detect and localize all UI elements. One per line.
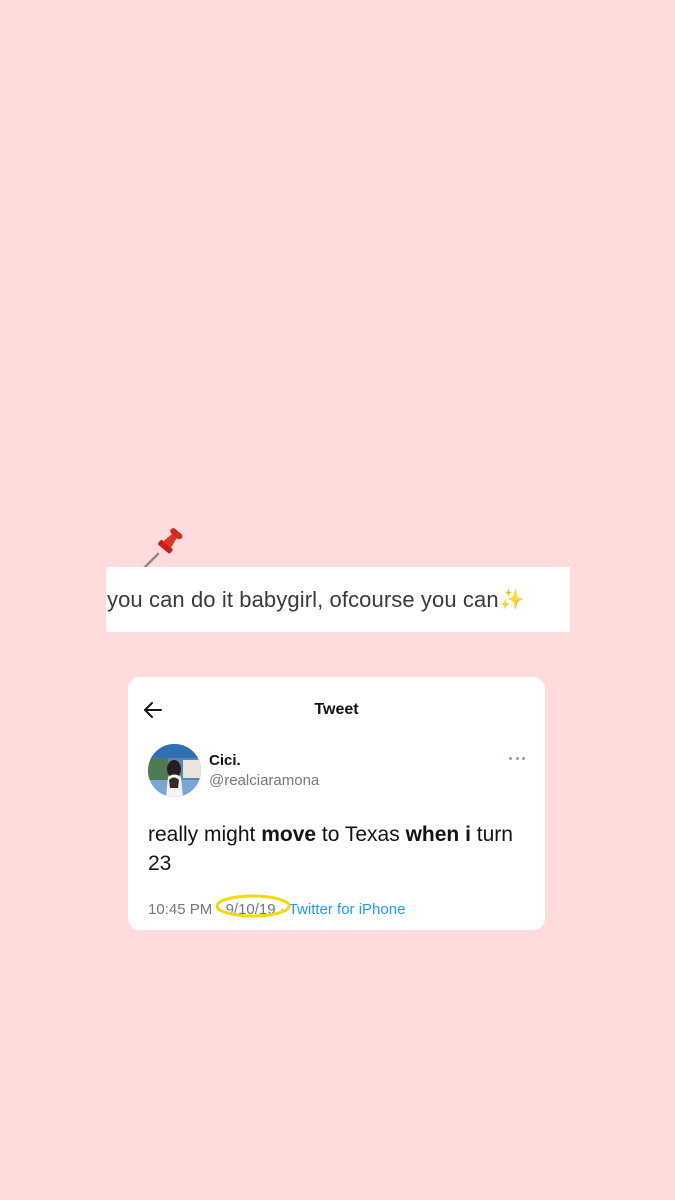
sparkle-icon: ✨ bbox=[499, 589, 525, 611]
page-title: Tweet bbox=[314, 701, 359, 718]
tweet-text-segment: to Texas bbox=[316, 823, 406, 846]
avatar[interactable] bbox=[148, 744, 201, 797]
tweet-time[interactable]: 10:45 PM bbox=[148, 901, 212, 918]
tweet-text-segment-bold: when i bbox=[405, 823, 471, 846]
tweet-metadata: 10:45 PM · 9/10/19 · Twitter for iPhone bbox=[148, 894, 406, 918]
more-options-icon[interactable] bbox=[509, 750, 525, 766]
tweet-text-segment: really might bbox=[148, 823, 262, 846]
tweet-date[interactable]: 9/10/19 bbox=[215, 894, 291, 918]
tweet-source-link[interactable]: Twitter for iPhone bbox=[289, 901, 406, 918]
author-display-name[interactable]: Cici. bbox=[209, 752, 241, 769]
author-handle[interactable]: @realciaramona bbox=[209, 772, 319, 789]
caption-banner: you can do it babygirl, ofcourse you can… bbox=[106, 567, 570, 632]
caption-text: you can do it babygirl, ofcourse you can bbox=[107, 586, 499, 612]
tweet-text: really might move to Texas when i turn 2… bbox=[148, 820, 533, 878]
tweet-text-segment-bold: move bbox=[261, 823, 317, 846]
highlight-circle bbox=[215, 894, 291, 918]
tweet-card: Tweet Cici. @realciaramona really might … bbox=[128, 677, 545, 930]
